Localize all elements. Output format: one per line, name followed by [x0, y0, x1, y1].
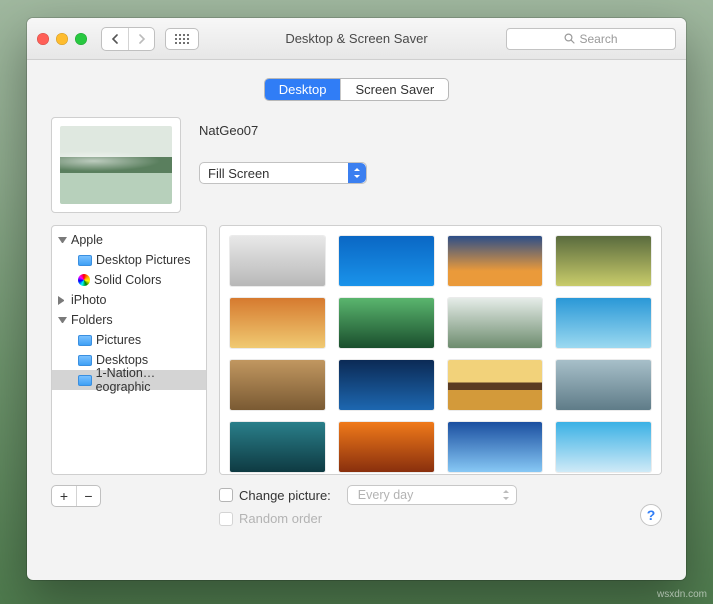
preferences-window: Desktop & Screen Saver Search Desktop Sc…: [27, 18, 686, 580]
content-area: Desktop Screen Saver NatGeo07 Fill Scree…: [27, 60, 686, 540]
search-icon: [564, 33, 575, 44]
folder-icon: [78, 255, 92, 266]
thumbnail[interactable]: [556, 236, 651, 286]
item-label: Pictures: [96, 333, 141, 347]
chevron-right-icon: [137, 34, 146, 44]
random-order-row: Random order: [219, 511, 662, 526]
search-field[interactable]: Search: [506, 28, 676, 50]
group-label: Folders: [71, 313, 113, 327]
search-placeholder: Search: [579, 32, 617, 46]
thumbnail-grid[interactable]: [219, 225, 662, 475]
thumbnail[interactable]: [230, 298, 325, 348]
zoom-button[interactable]: [75, 33, 87, 45]
interval-select[interactable]: Every day: [347, 485, 517, 505]
add-remove-segment: + −: [51, 485, 101, 507]
tab-desktop[interactable]: Desktop: [265, 79, 341, 100]
add-folder-button[interactable]: +: [52, 486, 76, 506]
disclosure-triangle-icon[interactable]: [58, 317, 67, 326]
interval-value: Every day: [358, 488, 414, 502]
forward-button[interactable]: [128, 28, 154, 50]
sidebar-item-pictures[interactable]: Pictures: [52, 330, 206, 350]
thumbnail[interactable]: [339, 422, 434, 472]
help-button[interactable]: ?: [640, 504, 662, 526]
minimize-button[interactable]: [56, 33, 68, 45]
sidebar-item-national-geographic[interactable]: 1-Nation…eographic: [52, 370, 206, 390]
source-sidebar: Apple Desktop Pictures Solid Colors iPho…: [51, 225, 207, 475]
source-tree: Apple Desktop Pictures Solid Colors iPho…: [52, 226, 206, 394]
display-mode-select[interactable]: Fill Screen: [199, 162, 367, 184]
wallpaper-preview: [60, 126, 172, 204]
item-label: Solid Colors: [94, 273, 161, 287]
nav-segment: [101, 27, 155, 51]
folder-icon: [78, 375, 92, 386]
remove-folder-button[interactable]: −: [76, 486, 100, 506]
tab-control: Desktop Screen Saver: [45, 78, 668, 101]
random-order-checkbox: [219, 512, 233, 526]
options-column: Change picture: Every day Random order ?: [219, 485, 662, 526]
change-picture-label: Change picture:: [239, 488, 331, 503]
item-label: Desktops: [96, 353, 148, 367]
chevron-left-icon: [111, 34, 120, 44]
window-controls: [37, 33, 87, 45]
preview-row: NatGeo07 Fill Screen: [45, 117, 668, 225]
thumbnail[interactable]: [230, 422, 325, 472]
thumbnail[interactable]: [556, 360, 651, 410]
group-label: iPhoto: [71, 293, 106, 307]
segmented-control: Desktop Screen Saver: [264, 78, 449, 101]
main-grid: Apple Desktop Pictures Solid Colors iPho…: [45, 225, 668, 475]
close-button[interactable]: [37, 33, 49, 45]
titlebar: Desktop & Screen Saver Search: [27, 18, 686, 60]
random-order-label: Random order: [239, 511, 322, 526]
stepper-arrows-icon: [348, 163, 366, 183]
thumbnail[interactable]: [339, 360, 434, 410]
change-picture-checkbox[interactable]: [219, 488, 233, 502]
item-label: Desktop Pictures: [96, 253, 190, 267]
sidebar-group-apple[interactable]: Apple: [52, 230, 206, 250]
thumbnail[interactable]: [230, 236, 325, 286]
grid-icon: [175, 34, 189, 44]
sidebar-group-folders[interactable]: Folders: [52, 310, 206, 330]
wallpaper-name: NatGeo07: [199, 123, 662, 138]
thumbnail[interactable]: [556, 422, 651, 472]
preview-well: [51, 117, 181, 213]
thumbnail[interactable]: [448, 298, 543, 348]
thumbnail[interactable]: [448, 360, 543, 410]
tab-screen-saver[interactable]: Screen Saver: [340, 79, 448, 100]
sidebar-group-iphoto[interactable]: iPhoto: [52, 290, 206, 310]
display-mode-value: Fill Screen: [208, 166, 269, 181]
disclosure-triangle-icon[interactable]: [58, 237, 67, 246]
group-label: Apple: [71, 233, 103, 247]
thumbnail[interactable]: [448, 422, 543, 472]
thumbnail[interactable]: [448, 236, 543, 286]
stepper-arrows-icon: [502, 490, 510, 500]
change-picture-row: Change picture: Every day: [219, 485, 662, 505]
folder-icon: [78, 335, 92, 346]
thumbnail[interactable]: [556, 298, 651, 348]
preview-info: NatGeo07 Fill Screen: [199, 117, 662, 184]
sidebar-item-desktop-pictures[interactable]: Desktop Pictures: [52, 250, 206, 270]
folder-icon: [78, 355, 92, 366]
thumbnail[interactable]: [339, 298, 434, 348]
thumbnail[interactable]: [230, 360, 325, 410]
colorwheel-icon: [78, 274, 90, 286]
item-label: 1-Nation…eographic: [96, 366, 206, 394]
show-all-button[interactable]: [165, 28, 199, 50]
sidebar-item-solid-colors[interactable]: Solid Colors: [52, 270, 206, 290]
watermark: wsxdn.com: [657, 589, 707, 600]
disclosure-triangle-icon[interactable]: [58, 296, 67, 305]
back-button[interactable]: [102, 28, 128, 50]
footer-row: + − Change picture: Every day: [45, 475, 668, 526]
thumbnail[interactable]: [339, 236, 434, 286]
